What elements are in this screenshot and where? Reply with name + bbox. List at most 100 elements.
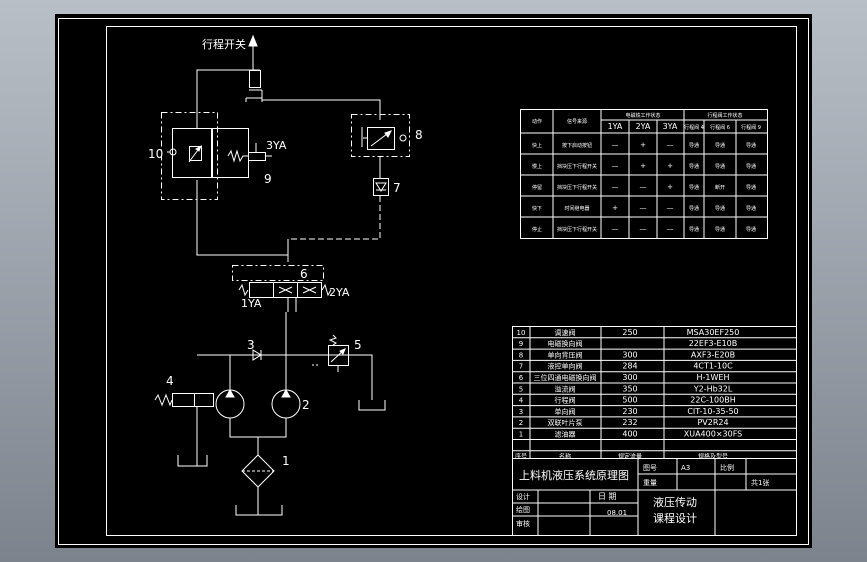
part-no: 10 [517,329,526,337]
valve-state-cell: 导通 [746,142,756,149]
hdr-valve-6: 行程阀 6 [710,124,730,131]
solenoid-state-cell: — [667,141,674,149]
part-name: 滤油器 [555,430,576,439]
hdr-valve-state: 行程阀工作状态 [707,112,742,119]
valve-state-cell: 导通 [746,163,756,170]
hdr-solenoid-state: 电磁铁工作状态 [625,112,660,119]
valve-state-cell: 导通 [746,205,756,212]
course-title-line2: 课程设计 [653,512,697,525]
label-review: 审核 [516,519,530,528]
label-9: 9 [264,172,272,186]
part-model: AXF3-E20B [691,350,735,359]
signal-cell: 挡块压下行程开关 [557,163,597,170]
solenoid-state-cell: — [612,225,619,233]
label-2: 2 [302,398,310,412]
solenoid-state-cell: — [667,225,674,233]
label-scale: 比例 [720,463,734,472]
solenoid-state-cell: — [640,204,647,212]
part-spec: 232 [622,418,637,427]
label-1: 1 [282,454,290,468]
hdr-valve-4: 行程阀 4 [684,124,704,131]
action-cell: 慢上 [532,163,542,170]
sheet-count: 共1张 [751,478,769,487]
part-no: 6 [519,374,524,382]
part-name: 双联叶片泵 [548,418,583,427]
solenoid-state-cell: — [612,183,619,191]
valve-state-cell: 导通 [689,142,699,149]
part-name: 溢流阀 [555,384,576,393]
solenoid-state-cell: + [667,162,673,170]
solenoid-state-cell: — [612,141,619,149]
hdr-2ya: 2YA [636,122,651,131]
label-6: 6 [300,267,308,281]
part-spec: 400 [622,430,637,439]
valve-state-cell: 导通 [689,163,699,170]
drawing-sheet [55,14,812,548]
part-spec: 300 [622,350,637,359]
label-drawing-no: 图号 [643,464,657,472]
limit-switch-label: 行程开关 [202,37,246,51]
part-no: 5 [519,385,523,393]
valve-state-cell: 断开 [715,184,725,191]
valve-state-cell: 导通 [746,226,756,233]
part-no: 7 [519,363,523,371]
label-1ya: 1YA [241,297,262,310]
part-model: MSA30EF250 [687,328,740,337]
solenoid-state-cell: + [640,141,646,149]
label-7: 7 [393,181,401,195]
solenoid-state-cell: — [640,183,647,191]
part-spec: 500 [622,396,637,405]
label-4: 4 [166,374,174,388]
valve-state-cell: 导通 [715,226,725,233]
part-model: 4CT1-10C [693,362,733,371]
label-8: 8 [415,128,423,142]
action-cell: 停止 [532,226,542,233]
part-no: 4 [519,397,524,405]
part-no: 1 [519,431,523,439]
drawing-no: A3 [681,464,690,472]
course-title-line1: 液压传动 [653,495,697,509]
signal-cell: 时间继电器 [564,205,589,212]
part-name: 行程阀 [555,396,576,405]
part-spec: 230 [622,407,637,416]
part-name: 单向背压阀 [548,350,583,359]
part-model: 22C-100BH [690,396,735,405]
label-date: 日 期 [598,492,617,501]
part-name: 单向阀 [555,407,576,416]
part-model: 22EF3-E10B [689,339,738,348]
hdr-valve-9: 行程阀 9 [741,124,761,131]
date-value: 08.01 [607,509,627,517]
hdr-action: 动作 [532,118,542,125]
hdr-signal: 信号来源 [567,118,587,125]
part-no: 3 [519,408,523,416]
parts-header-model: 规格及型号 [698,452,728,460]
action-cell: 停留 [532,184,542,191]
label-draw: 绘图 [516,505,530,514]
valve-state-cell: 导通 [715,142,725,149]
solenoid-state-cell: + [667,183,673,191]
solenoid-state-cell: — [640,225,647,233]
drawing-title: 上料机液压系统原理图 [519,468,629,482]
cad-drawing-viewport: 行程开关 1 2 3 4 5 6 7 8 9 10 1YA 2YA 3YA 电磁… [0,0,867,562]
parts-header-name: 名称 [559,452,571,460]
valve-state-cell: 导通 [746,184,756,191]
part-model: PV2R24 [697,418,728,427]
label-weight: 重量 [643,479,657,487]
part-model: H-1WEH [697,373,730,382]
part-name: 液控单向阀 [548,362,583,371]
solenoid-state-cell: + [640,162,646,170]
valve-state-cell: 导通 [689,226,699,233]
label-2ya: 2YA [329,286,350,299]
part-spec: 284 [622,362,637,371]
hdr-1ya: 1YA [608,122,623,131]
part-name: 调速阀 [555,328,576,337]
part-no: 9 [519,340,523,348]
part-name: 三位四通电磁换向阀 [534,373,597,382]
hdr-3ya: 3YA [663,122,678,131]
part-model: XUA400×30FS [684,430,743,439]
part-spec: 250 [622,328,637,337]
part-model: CIT-10-35-50 [687,407,738,416]
label-3: 3 [247,338,255,352]
action-cell: 快下 [532,205,542,212]
label-3ya: 3YA [266,139,287,152]
